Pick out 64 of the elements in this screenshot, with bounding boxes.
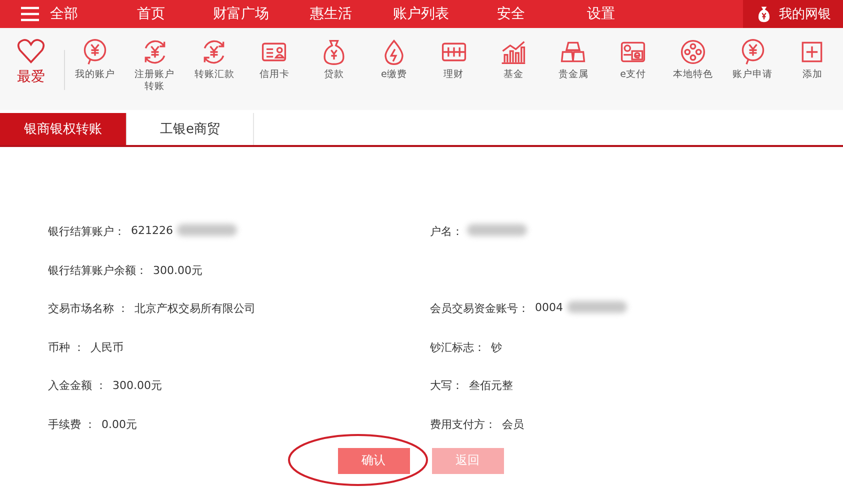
- field-label: 银行结算账户余额：: [48, 262, 147, 278]
- shortcut-item[interactable]: 信用卡: [244, 38, 304, 81]
- film-reel-icon: [678, 38, 707, 66]
- shortcut-label: 贵金属: [557, 69, 590, 81]
- shortcut-label: 信用卡: [258, 69, 290, 81]
- field-value: 300.00元: [153, 262, 202, 278]
- shortcut-label: 基金: [502, 69, 524, 81]
- shortcut-label: 转账汇款: [194, 69, 234, 81]
- bar-chart-icon: [499, 38, 528, 66]
- shortcut-label: 理财: [442, 69, 465, 81]
- nav-link[interactable]: 账户列表: [376, 5, 466, 23]
- field-label: 交易市场名称 ：: [48, 301, 128, 316]
- shortcut-label: 注册账户转账: [134, 69, 175, 93]
- nav-link[interactable]: 全部: [50, 5, 78, 23]
- field-label: 手续费 ：: [48, 416, 96, 432]
- field-value: 会员: [502, 416, 524, 432]
- shortcut-item[interactable]: 转账汇款: [184, 38, 244, 81]
- field-label: 币种 ：: [48, 340, 84, 355]
- field-label: 会员交易资金账号：: [430, 301, 529, 316]
- shortcut-item[interactable]: 注册账户转账: [124, 38, 185, 93]
- nav-link[interactable]: 首页: [106, 5, 196, 23]
- nav-link[interactable]: 设置: [556, 5, 646, 23]
- tab[interactable]: 银商银权转账: [0, 113, 127, 145]
- field-value: 0004: [535, 301, 563, 314]
- favorites-label: 最爱: [17, 68, 45, 86]
- nav-link[interactable]: 惠生活: [286, 5, 376, 23]
- shortcut-label: 本地特色: [672, 69, 713, 81]
- shortcut-item[interactable]: 添加: [782, 38, 842, 81]
- shortcut-label: 贷款: [323, 69, 346, 81]
- field-value: 300.00元: [112, 378, 162, 394]
- shortcut-item[interactable]: 贵金属: [543, 38, 604, 81]
- shortcut-label: 我的账户: [74, 69, 115, 81]
- field-label: 户名：: [430, 224, 463, 239]
- field-label: 银行结算账户：: [48, 224, 125, 239]
- heart-icon: [17, 38, 45, 64]
- shortcut-item[interactable]: 本地特色: [662, 38, 723, 81]
- nav-link[interactable]: 财富广场: [196, 5, 286, 23]
- field-value: 北京产权交易所有限公司: [134, 301, 256, 316]
- field-label: 入金金额 ：: [48, 378, 106, 394]
- favorites-item[interactable]: 最爱: [0, 38, 62, 86]
- nav-link[interactable]: 安全: [466, 5, 556, 23]
- shortcut-item[interactable]: 账户申请: [722, 38, 783, 81]
- tab[interactable]: 工银e商贸: [127, 113, 254, 145]
- shortcut-label: 添加: [801, 69, 824, 81]
- menu-icon[interactable]: [20, 6, 40, 22]
- field-label: 钞汇标志：: [430, 340, 485, 355]
- field-value: 叁佰元整: [469, 378, 513, 394]
- field-value: 0.00元: [102, 416, 137, 432]
- my-bank-button[interactable]: 我的网银: [743, 0, 843, 28]
- my-bank-label: 我的网银: [779, 6, 831, 23]
- shortcut-item[interactable]: 我的账户: [65, 38, 125, 81]
- field-value: 621226: [131, 224, 173, 237]
- field-value: 人民币: [90, 340, 124, 355]
- field-label: 大写：: [430, 378, 463, 394]
- field-value: 钞: [491, 340, 502, 355]
- shortcut-item[interactable]: 理财: [424, 38, 484, 81]
- shortcut-label: e缴费: [380, 69, 408, 81]
- shortcut-item[interactable]: e支付: [603, 38, 663, 81]
- shortcut-item[interactable]: e缴费: [364, 38, 424, 81]
- shortcut-label: e支付: [619, 69, 647, 81]
- shortcut-item[interactable]: 基金: [484, 38, 544, 81]
- shortcut-item[interactable]: 贷款: [304, 38, 364, 81]
- field-label: 费用支付方：: [430, 416, 496, 432]
- shortcut-label: 账户申请: [732, 69, 773, 81]
